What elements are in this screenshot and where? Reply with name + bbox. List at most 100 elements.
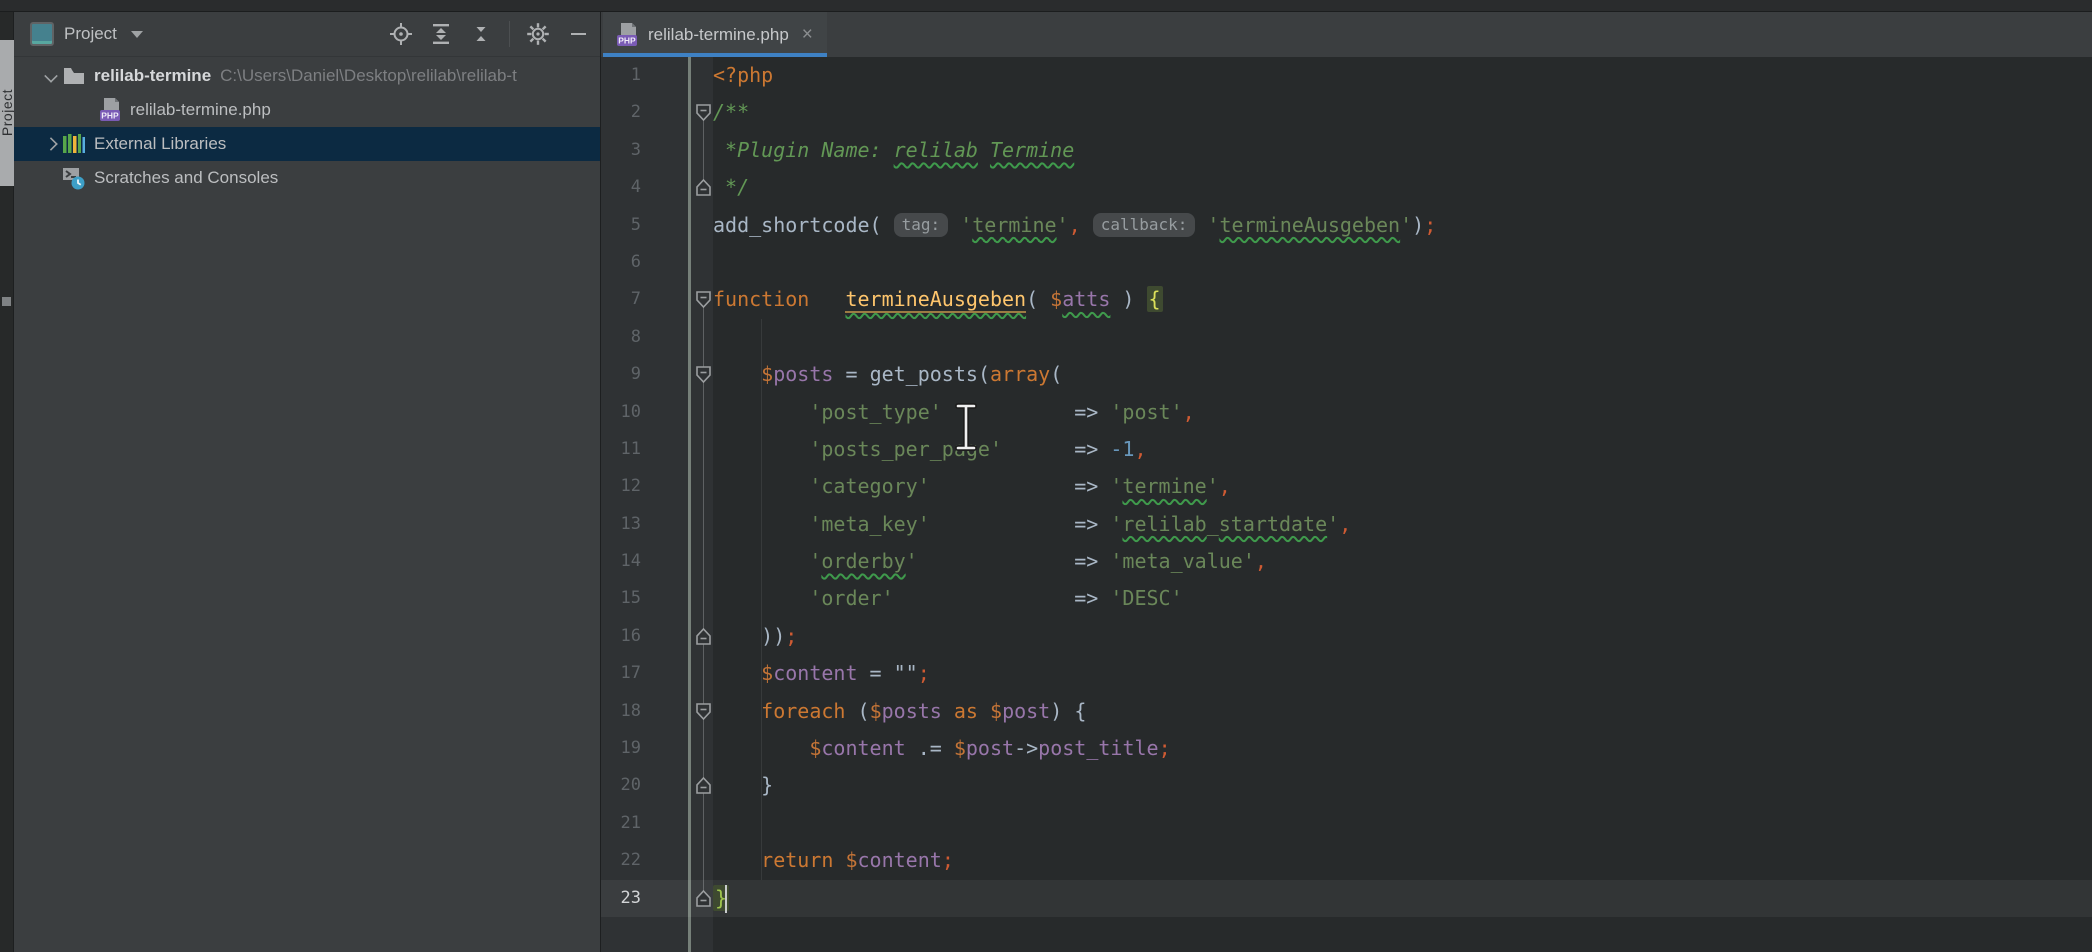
code-line-17[interactable]: 17 $content = ""; xyxy=(601,655,2092,692)
line-number[interactable]: 6 xyxy=(601,244,641,281)
line-number[interactable]: 22 xyxy=(601,842,641,879)
line-number[interactable]: 1 xyxy=(601,57,641,94)
fold-marker-close[interactable] xyxy=(696,777,711,794)
line-number[interactable]: 17 xyxy=(601,655,641,692)
code-editor[interactable]: 1<?php2/**3 *Plugin Name: relilab Termin… xyxy=(601,57,2092,952)
code-line-7[interactable]: 7 function termineAusgeben( $atts ) { xyxy=(601,281,2092,318)
code-text: 'post_type' => 'post', xyxy=(713,394,1195,431)
line-number[interactable]: 18 xyxy=(601,693,641,730)
code-line-18[interactable]: 18 foreach ($posts as $post) { xyxy=(601,693,2092,730)
code-line-5[interactable]: 5 add_shortcode( tag: 'termine', callback… xyxy=(601,207,2092,244)
line-number[interactable]: 2 xyxy=(601,94,641,131)
code-line-3[interactable]: 3 *Plugin Name: relilab Termine xyxy=(601,132,2092,169)
php-icon: PHP xyxy=(98,98,122,122)
code-line-8[interactable]: 8 xyxy=(601,319,2092,356)
code-line-1[interactable]: 1<?php xyxy=(601,57,2092,94)
code-text: 'orderby' => 'meta_value', xyxy=(713,543,1267,580)
fold-marker-close[interactable] xyxy=(696,179,711,196)
code-text: /** xyxy=(713,94,749,131)
code-line-11[interactable]: 11 'posts_per_page' => -1, xyxy=(601,431,2092,468)
project-panel-title: Project xyxy=(64,24,117,44)
tree-item-project-root[interactable]: relilab-termine C:\Users\Daniel\Desktop\r… xyxy=(14,59,600,93)
tree-item-php-file[interactable]: PHPrelilab-termine.php xyxy=(14,93,600,127)
code-text: add_shortcode( tag: 'termine', callback:… xyxy=(713,207,1436,244)
code-line-6[interactable]: 6 xyxy=(601,244,2092,281)
code-text: } xyxy=(713,767,773,804)
svg-text:PHP: PHP xyxy=(618,35,636,45)
select-opened-file-icon[interactable] xyxy=(389,22,413,46)
project-view-icon xyxy=(30,22,54,46)
fold-marker-close[interactable] xyxy=(696,628,711,645)
settings-gear-icon[interactable] xyxy=(526,22,550,46)
expand-all-icon[interactable] xyxy=(429,22,453,46)
scratches-icon xyxy=(62,166,86,190)
project-stripe-button[interactable]: Project xyxy=(0,40,14,186)
fold-marker-close[interactable] xyxy=(696,890,711,907)
collapse-all-icon[interactable] xyxy=(469,22,493,46)
code-line-15[interactable]: 15 'order' => 'DESC' xyxy=(601,580,2092,617)
fold-marker-open[interactable] xyxy=(696,104,711,121)
toolbar-separator xyxy=(509,21,510,47)
code-line-21[interactable]: 21 xyxy=(601,805,2092,842)
code-line-19[interactable]: 19 $content .= $post->post_title; xyxy=(601,730,2092,767)
code-text: return $content; xyxy=(713,842,954,879)
tree-item-label: Scratches and Consoles xyxy=(94,168,278,188)
line-number[interactable]: 15 xyxy=(601,580,641,617)
editor-tab-bar: PHP relilab-termine.php × xyxy=(601,12,2092,57)
code-line-20[interactable]: 20 } xyxy=(601,767,2092,804)
line-number[interactable]: 9 xyxy=(601,356,641,393)
line-number[interactable]: 12 xyxy=(601,468,641,505)
line-number[interactable]: 21 xyxy=(601,805,641,842)
line-number[interactable]: 13 xyxy=(601,506,641,543)
fold-marker-open[interactable] xyxy=(696,291,711,308)
code-text: *Plugin Name: relilab Termine xyxy=(713,132,1074,169)
line-number[interactable]: 20 xyxy=(601,767,641,804)
fold-marker-open[interactable] xyxy=(696,703,711,720)
window-top-strip xyxy=(0,0,2092,12)
close-tab-icon[interactable]: × xyxy=(802,25,813,44)
hide-panel-icon[interactable] xyxy=(566,22,590,46)
code-text: 'meta_key' => 'relilab_startdate', xyxy=(713,506,1351,543)
code-line-10[interactable]: 10 'post_type' => 'post', xyxy=(601,394,2092,431)
line-number[interactable]: 7 xyxy=(601,281,641,318)
code-text: function termineAusgeben( $atts ) { xyxy=(713,281,1163,318)
tree-item-label: relilab-termine xyxy=(94,66,211,86)
chevron-down-icon[interactable] xyxy=(131,31,143,38)
code-line-4[interactable]: 4 */ xyxy=(601,169,2092,206)
line-number[interactable]: 14 xyxy=(601,543,641,580)
code-line-22[interactable]: 22 return $content; xyxy=(601,842,2092,879)
line-number[interactable]: 4 xyxy=(601,169,641,206)
chevron-right-icon[interactable] xyxy=(44,137,58,151)
line-number[interactable]: 19 xyxy=(601,730,641,767)
code-line-23[interactable]: 23} xyxy=(601,880,2092,917)
project-tool-window: Project relilab-termine C:\Users\Daniel\D… xyxy=(14,12,601,952)
code-line-9[interactable]: 9 $posts = get_posts(array( xyxy=(601,356,2092,393)
line-number[interactable]: 5 xyxy=(601,207,641,244)
chevron-down-icon[interactable] xyxy=(44,69,58,83)
php-file-icon: PHP xyxy=(615,23,639,47)
tab-relilab-termine-php[interactable]: PHP relilab-termine.php × xyxy=(603,12,827,57)
parameter-hint: tag: xyxy=(894,213,949,237)
line-number[interactable]: 10 xyxy=(601,394,641,431)
code-line-12[interactable]: 12 'category' => 'termine', xyxy=(601,468,2092,505)
line-number[interactable]: 16 xyxy=(601,618,641,655)
line-number[interactable]: 3 xyxy=(601,132,641,169)
tree-item-scratches[interactable]: Scratches and Consoles xyxy=(14,161,600,195)
code-line-13[interactable]: 13 'meta_key' => 'relilab_startdate', xyxy=(601,506,2092,543)
project-panel-header: Project xyxy=(14,12,600,57)
line-number[interactable]: 11 xyxy=(601,431,641,468)
line-number[interactable]: 8 xyxy=(601,319,641,356)
project-stripe-label: Project xyxy=(0,89,15,136)
code-text: )); xyxy=(713,618,797,655)
svg-text:PHP: PHP xyxy=(101,111,119,121)
code-line-14[interactable]: 14 'orderby' => 'meta_value', xyxy=(601,543,2092,580)
stripe-secondary-icon[interactable] xyxy=(2,297,11,306)
code-text: 'category' => 'termine', xyxy=(713,468,1231,505)
tree-item-external-libraries[interactable]: External Libraries xyxy=(14,127,600,161)
code-line-2[interactable]: 2 /** xyxy=(601,94,2092,131)
tree-item-label: External Libraries xyxy=(94,134,226,154)
code-line-16[interactable]: 16 )); xyxy=(601,618,2092,655)
tree-item-path: C:\Users\Daniel\Desktop\relilab\relilab-… xyxy=(220,66,517,86)
line-number[interactable]: 23 xyxy=(601,880,641,917)
fold-marker-open[interactable] xyxy=(696,366,711,383)
